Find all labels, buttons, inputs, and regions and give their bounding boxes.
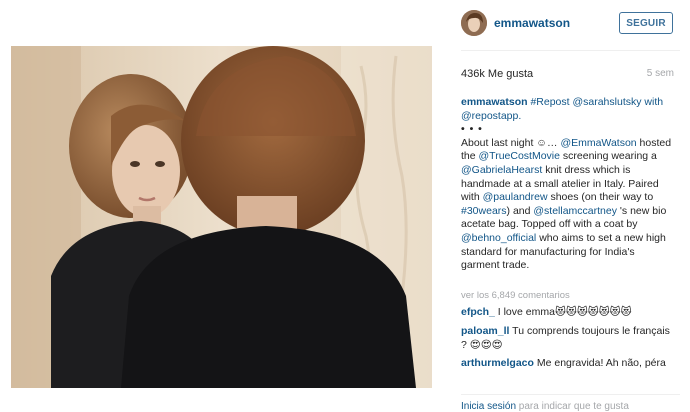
avatar[interactable] xyxy=(461,10,487,36)
caption-mention-link[interactable]: #30wears xyxy=(461,205,507,217)
follow-button[interactable]: SEGUIR xyxy=(619,12,673,34)
avatar-image xyxy=(461,10,487,36)
post-caption: emmawatson #Repost @sarahslutsky with @r… xyxy=(461,96,675,273)
comment-item: arthurmelgaco Me engravida! Ah não, péra xyxy=(461,357,675,371)
caption-author-link[interactable]: emmawatson xyxy=(461,96,528,108)
divider xyxy=(461,50,680,51)
comment-text: I love emma😻😻😻😻😻😻😻 xyxy=(494,306,632,318)
comment-text: Me engravida! Ah não, péra xyxy=(533,357,666,369)
caption-mention-link[interactable]: @GabrielaHearst xyxy=(461,164,542,176)
likes-count[interactable]: 436k Me gusta xyxy=(461,68,533,80)
post-photo[interactable] xyxy=(11,46,432,388)
photo-image xyxy=(11,46,432,388)
like-login-prompt: Inicia sesión para indicar que te gusta xyxy=(461,401,629,412)
caption-text: About last night ☺… xyxy=(461,136,561,149)
caption-text: screening wearing a xyxy=(559,150,657,163)
caption-dots: • • • xyxy=(461,123,483,136)
divider xyxy=(461,394,680,395)
caption-mention-link[interactable]: @TrueCostMovie xyxy=(479,150,560,162)
login-prompt-text: para indicar que te gusta xyxy=(516,401,629,412)
caption-mention-link[interactable]: @paulandrew xyxy=(483,191,548,203)
comment-author-link[interactable]: paloam_ll xyxy=(461,325,509,337)
caption-body: About last night ☺… @EmmaWatson hosted t… xyxy=(461,137,671,271)
comment-author-link[interactable]: efpch_ xyxy=(461,306,495,318)
caption-text: ) and xyxy=(506,204,534,217)
caption-text: shoes (on their way to xyxy=(547,191,654,204)
username-link[interactable]: emmawatson xyxy=(494,16,570,30)
comment-item: paloam_ll Tu comprends toujours le franç… xyxy=(461,325,675,352)
caption-mention-link[interactable]: @stellamccartney xyxy=(533,205,617,217)
post-side-panel: emmawatson SEGUIR 436k Me gusta 5 sem em… xyxy=(448,0,690,412)
login-link[interactable]: Inicia sesión xyxy=(461,401,516,412)
comment-item: efpch_ I love emma😻😻😻😻😻😻😻 xyxy=(461,306,675,320)
view-all-comments-link[interactable]: ver los 6,849 comentarios xyxy=(461,290,570,301)
comment-author-link[interactable]: arthurmelgaco xyxy=(461,357,534,369)
caption-mention-link[interactable]: @behno_official xyxy=(461,232,536,244)
post-header: emmawatson SEGUIR xyxy=(448,6,690,40)
caption-mention-link[interactable]: @EmmaWatson xyxy=(560,137,636,149)
post-timestamp[interactable]: 5 sem xyxy=(647,68,674,79)
